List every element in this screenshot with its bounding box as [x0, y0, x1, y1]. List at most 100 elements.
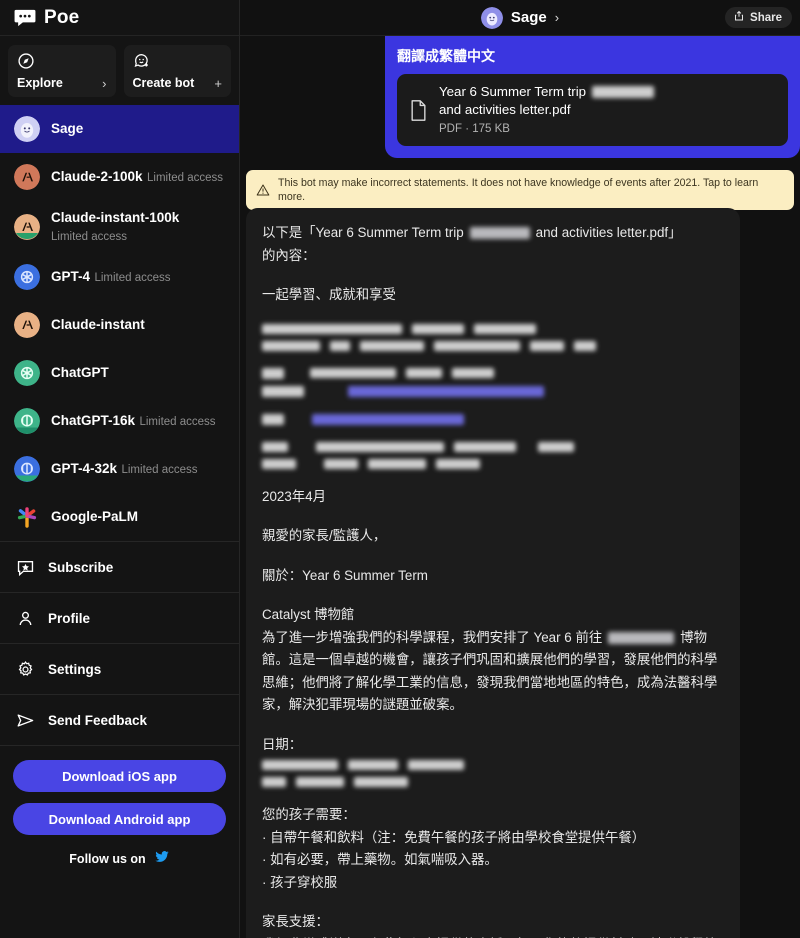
sidebar-item-label: ChatGPT — [51, 365, 109, 380]
gear-icon — [16, 660, 35, 679]
chatgpt-16k-avatar — [14, 408, 40, 434]
page-title: Sage — [510, 9, 547, 26]
redacted-email-link[interactable] — [348, 385, 544, 397]
redacted-line — [262, 340, 724, 351]
person-icon — [16, 609, 35, 628]
user-message-bubble: 翻譯成繁體中文 Year 6 Summer Term trip and acti… — [385, 36, 800, 158]
section-dates: 日期： — [262, 734, 724, 757]
attachment-meta: PDF · 175 KB — [439, 123, 510, 135]
share-upload-icon — [733, 10, 745, 25]
sidebar-item-label: Sage — [51, 121, 84, 136]
redacted-text — [408, 760, 464, 770]
sidebar-item-sage[interactable]: Sage — [0, 105, 239, 153]
subscribe-star-icon — [16, 558, 35, 577]
redacted-text — [262, 323, 402, 334]
bot-warning-banner[interactable]: This bot may make incorrect statements. … — [246, 170, 794, 210]
redacted-text — [469, 227, 530, 240]
sage-avatar — [480, 6, 503, 29]
sidebar-item-chatgpt-16k[interactable]: ChatGPT-16k Limited access — [0, 397, 239, 445]
follow-label: Follow us on — [69, 851, 146, 866]
redacted-line — [262, 413, 724, 425]
bot-tagline: 一起學習、成就和享受 — [262, 287, 396, 302]
section-catalyst: Catalyst 博物館 為了進一步增強我們的科學課程，我們安排了 Year 6… — [262, 604, 724, 717]
redacted-text — [406, 368, 442, 378]
redacted-text — [324, 458, 358, 469]
explore-button[interactable]: Explore › — [8, 45, 116, 97]
sidebar-item-settings[interactable]: Settings — [0, 644, 239, 694]
redacted-line — [262, 323, 724, 334]
redacted-line — [262, 367, 724, 379]
sidebar-item-claude-instant-100k[interactable]: Claude-instant-100k Limited access — [0, 201, 239, 253]
follow-us-row[interactable]: Follow us on — [13, 846, 226, 868]
redacted-text — [262, 458, 296, 469]
letter-date: 2023年4月 — [262, 488, 327, 504]
redacted-text — [296, 777, 344, 787]
redacted-text — [452, 368, 494, 378]
sidebar-item-label: Subscribe — [48, 559, 114, 575]
dates-label: 日期： — [262, 736, 303, 752]
redacted-line — [262, 777, 724, 787]
redacted-school-header-block — [262, 323, 724, 351]
download-ios-button[interactable]: Download iOS app — [13, 760, 226, 792]
download-android-button[interactable]: Download Android app — [13, 803, 226, 835]
poe-app-window: Poe Explore › Create bot + Sage Claude-2… — [0, 0, 800, 938]
redacted-text — [454, 441, 516, 452]
message-thread[interactable]: 翻譯成繁體中文 Year 6 Summer Term trip and acti… — [240, 36, 800, 938]
sidebar-item-label: Settings — [48, 661, 102, 677]
gpt4-32k-avatar — [14, 456, 40, 482]
sidebar-item-send-feedback[interactable]: Send Feedback — [0, 695, 239, 745]
redacted-dates-block — [262, 760, 724, 787]
sidebar-item-label: Google-PaLM — [51, 509, 138, 524]
needs-item: · 孩子穿校服 — [262, 874, 338, 890]
share-label: Share — [750, 11, 782, 24]
redacted-text — [330, 340, 350, 351]
redacted-text — [434, 340, 520, 351]
sidebar-item-chatgpt[interactable]: ChatGPT — [0, 349, 239, 397]
attachment-card[interactable]: Year 6 Summer Term trip and activities l… — [397, 74, 788, 146]
sidebar-item-gpt-4[interactable]: GPT-4 Limited access — [0, 253, 239, 301]
redacted-website-block — [262, 413, 724, 425]
paper-plane-icon — [16, 711, 35, 730]
twitter-bird-icon[interactable] — [154, 849, 170, 868]
compass-icon — [17, 52, 35, 70]
redacted-text — [574, 340, 596, 351]
sidebar-item-label: Claude-instant — [51, 317, 145, 332]
needs-item: · 自帶午餐和飲料（注：免費午餐的孩子將由學校食堂提供午餐） — [262, 829, 646, 845]
claude-instant-avatar — [14, 312, 40, 338]
sidebar-item-claude-2-100k[interactable]: Claude-2-100k Limited access — [0, 153, 239, 201]
gpt4-avatar — [14, 264, 40, 290]
needs-title: 您的孩子需要： — [262, 807, 356, 822]
claude-instant-100k-avatar — [14, 214, 40, 240]
redacted-line — [262, 458, 724, 469]
sidebar-item-label: Profile — [48, 610, 91, 626]
redacted-staff-block — [262, 441, 724, 469]
sidebar-item-label: ChatGPT-16k Limited access — [51, 413, 216, 428]
sidebar-item-label: Send Feedback — [48, 712, 148, 728]
redacted-line — [262, 441, 724, 452]
create-bot-button[interactable]: Create bot + — [123, 45, 231, 97]
claude-avatar — [14, 164, 40, 190]
sidebar-item-gpt-4-32k[interactable]: GPT-4-32k Limited access — [0, 445, 239, 493]
sidebar-item-google-palm[interactable]: Google-PaLM — [0, 493, 239, 541]
redacted-line — [262, 760, 724, 770]
letter-subject: 關於：Year 6 Summer Term — [262, 567, 428, 583]
redacted-website-link[interactable] — [312, 413, 464, 425]
sidebar-item-profile[interactable]: Profile — [0, 593, 239, 643]
share-button[interactable]: Share — [725, 7, 792, 28]
sidebar-item-label: Claude-instant-100k Limited access — [51, 210, 180, 243]
sidebar-item-subscribe[interactable]: Subscribe — [0, 542, 239, 592]
quick-actions-row: Explore › Create bot + — [0, 36, 239, 105]
document-file-icon — [409, 99, 428, 122]
chat-topbar: Sage › Share — [240, 0, 800, 36]
redacted-text — [262, 340, 320, 351]
create-bot-label: Create bot — [132, 76, 195, 90]
redacted-text — [360, 340, 424, 351]
redacted-text — [530, 340, 564, 351]
poe-chat-logo-icon — [14, 9, 36, 27]
bot-title-button[interactable]: Sage › — [480, 6, 559, 29]
redacted-text — [262, 777, 286, 787]
sidebar-item-claude-instant[interactable]: Claude-instant — [0, 301, 239, 349]
sidebar: Poe Explore › Create bot + Sage Claude-2… — [0, 0, 240, 938]
bot-message-bubble: 以下是「Year 6 Summer Term trip and activitie… — [246, 208, 740, 938]
brand-name: Poe — [44, 6, 80, 28]
